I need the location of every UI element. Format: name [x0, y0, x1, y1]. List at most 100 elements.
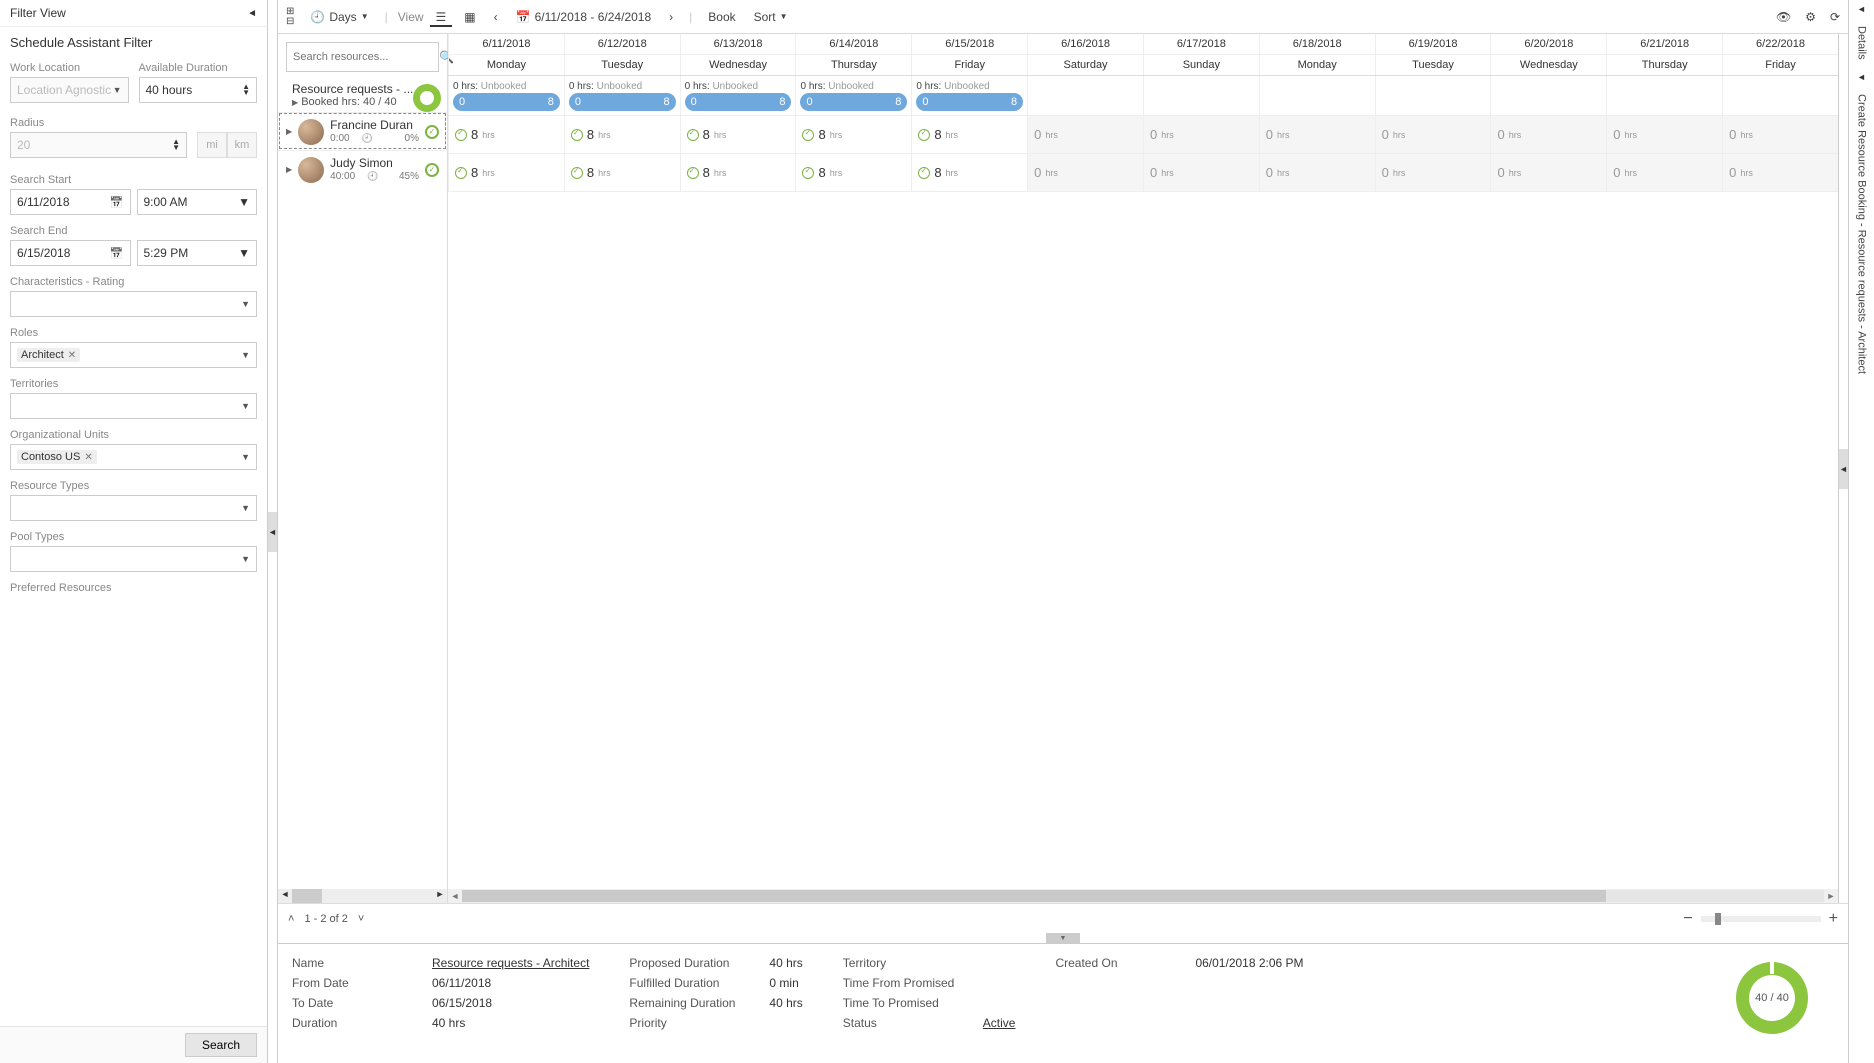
collapse-all-icon[interactable]: ⊟: [286, 17, 294, 27]
radius-unit-km[interactable]: km: [227, 132, 257, 158]
schedule-cell[interactable]: 0hrs: [1490, 116, 1606, 153]
filter-collapse-icon[interactable]: ◄: [247, 8, 257, 19]
schedule-cell[interactable]: 0hrs: [1375, 154, 1491, 191]
chevron-right-icon: ›: [669, 10, 673, 24]
zoom-slider[interactable]: [1701, 916, 1821, 922]
grid-view-button[interactable]: ▦: [458, 7, 481, 27]
remove-tag-icon[interactable]: ✕: [68, 350, 76, 361]
zoom-out-icon[interactable]: −: [1683, 910, 1692, 928]
schedule-cell[interactable]: 8hrs: [911, 116, 1027, 153]
search-start-time[interactable]: 9:00 AM ▼: [137, 189, 258, 215]
zoom-in-icon[interactable]: +: [1829, 910, 1838, 928]
right-collapse-button[interactable]: ◄: [1839, 449, 1848, 489]
cell-hours-suffix: hrs: [830, 130, 843, 140]
calendar-icon[interactable]: [110, 246, 124, 260]
schedule-cell[interactable]: 8hrs: [911, 154, 1027, 191]
rail-tab-create-booking[interactable]: Create Resource Booking - Resource reque…: [1854, 88, 1870, 380]
territories-select[interactable]: ▼: [10, 393, 257, 419]
caret-down-icon: ▼: [361, 12, 369, 21]
rail-collapse-icon[interactable]: ◄: [1857, 72, 1866, 82]
page-up-icon[interactable]: ˄: [288, 913, 294, 925]
sort-dropdown[interactable]: Sort ▼: [748, 7, 794, 27]
org-units-select[interactable]: Contoso US✕ ▼: [10, 444, 257, 470]
date-range-button[interactable]: 📅 6/11/2018 - 6/24/2018: [510, 7, 658, 27]
schedule-cell[interactable]: 8hrs: [795, 154, 911, 191]
schedule-cell[interactable]: 0hrs: [1259, 116, 1375, 153]
roles-select[interactable]: Architect✕ ▼: [10, 342, 257, 368]
resource-search-input[interactable]: [293, 51, 435, 63]
schedule-cell[interactable]: 0hrs: [1143, 154, 1259, 191]
booking-pill[interactable]: 08: [569, 93, 676, 111]
schedule-cell[interactable]: 0hrs: [1027, 154, 1143, 191]
schedule-cell[interactable]: 8hrs: [564, 154, 680, 191]
calendar-icon[interactable]: [110, 195, 124, 209]
schedule-cell[interactable]: 0hrs: [1027, 116, 1143, 153]
resize-grip[interactable]: ▼: [1046, 933, 1080, 943]
search-end-date[interactable]: 6/15/2018: [10, 240, 131, 266]
gear-icon[interactable]: ⚙: [1805, 10, 1816, 24]
schedule-cell[interactable]: 0hrs: [1606, 154, 1722, 191]
schedule-cell[interactable]: 0hrs: [1375, 116, 1491, 153]
booking-pill[interactable]: 08: [453, 93, 560, 111]
schedule-cell[interactable]: 0hrs: [1722, 116, 1838, 153]
cell-hours: 0: [1729, 127, 1736, 142]
book-button[interactable]: Book: [702, 7, 741, 27]
remove-tag-icon[interactable]: ✕: [84, 452, 92, 463]
resource-scrollbar[interactable]: ◄ ►: [278, 889, 447, 903]
schedule-cell[interactable]: 8hrs: [564, 116, 680, 153]
page-down-icon[interactable]: ˅: [358, 913, 364, 925]
schedule-cell[interactable]: 0hrs: [1490, 154, 1606, 191]
refresh-icon[interactable]: ⟳: [1830, 10, 1840, 24]
eye-icon[interactable]: 👁: [1776, 10, 1791, 24]
schedule-cell[interactable]: 0hrs: [1259, 154, 1375, 191]
scroll-left-icon[interactable]: ◄: [448, 891, 462, 901]
schedule-cell[interactable]: 0hrs: [1606, 116, 1722, 153]
expand-icon[interactable]: ▶: [286, 165, 292, 174]
resource-summary: Resource requests - ... ▶ Booked hrs: 40…: [278, 80, 447, 112]
days-dropdown[interactable]: 🕘 Days ▼: [304, 7, 374, 27]
from-date-label: From Date: [292, 976, 412, 990]
list-view-button[interactable]: ☰: [430, 7, 453, 27]
expand-icon[interactable]: ▶: [292, 98, 298, 107]
resource-row[interactable]: ▶ Judy Simon 40:0045% ✓: [278, 150, 447, 188]
cell-hours: 0: [1613, 165, 1620, 180]
schedule-cell[interactable]: 8hrs: [448, 154, 564, 191]
unbooked-cell: [1143, 76, 1259, 115]
spinner-icon[interactable]: ▲▼: [242, 84, 250, 96]
scroll-right-icon[interactable]: ►: [1824, 891, 1838, 901]
search-end-time[interactable]: 5:29 PM ▼: [137, 240, 258, 266]
schedule-cell[interactable]: 8hrs: [795, 116, 911, 153]
booking-pill[interactable]: 08: [800, 93, 907, 111]
grid-scrollbar[interactable]: ◄ ►: [448, 889, 1838, 903]
next-range-button[interactable]: ›: [663, 7, 679, 27]
rail-collapse-icon[interactable]: ◄: [1857, 4, 1866, 14]
status-link[interactable]: Active: [983, 1016, 1016, 1030]
left-collapse-button[interactable]: ◄: [268, 512, 277, 552]
day-date: 6/13/2018: [681, 34, 796, 55]
schedule-cell[interactable]: 8hrs: [680, 154, 796, 191]
booking-pill[interactable]: 08: [916, 93, 1023, 111]
booking-pill[interactable]: 08: [685, 93, 792, 111]
expand-all-icon[interactable]: ⊞: [286, 7, 294, 17]
search-button[interactable]: Search: [185, 1033, 257, 1057]
schedule-cell[interactable]: 0hrs: [1143, 116, 1259, 153]
pool-types-select[interactable]: ▼: [10, 546, 257, 572]
characteristics-select[interactable]: ▼: [10, 291, 257, 317]
work-location-select[interactable]: Location Agnostic ▼: [10, 77, 129, 103]
resource-search-box[interactable]: 🔍: [286, 42, 439, 72]
resource-types-select[interactable]: ▼: [10, 495, 257, 521]
available-duration-select[interactable]: 40 hours ▲▼: [139, 77, 258, 103]
cell-hours-suffix: hrs: [1161, 168, 1174, 178]
radius-unit-mi[interactable]: mi: [197, 132, 227, 158]
resource-row[interactable]: ▶ Francine Duran 0:000% ✓: [278, 112, 447, 150]
name-link[interactable]: Resource requests - Architect: [432, 956, 589, 970]
rail-tab-details[interactable]: Details: [1854, 20, 1870, 66]
day-date: 6/12/2018: [565, 34, 680, 55]
search-start-date[interactable]: 6/11/2018: [10, 189, 131, 215]
schedule-cell[interactable]: 0hrs: [1722, 154, 1838, 191]
schedule-cell[interactable]: 8hrs: [448, 116, 564, 153]
unbooked-cell: 0 hrs: Unbooked 08: [795, 76, 911, 115]
schedule-cell[interactable]: 8hrs: [680, 116, 796, 153]
expand-icon[interactable]: ▶: [286, 127, 292, 136]
prev-range-button[interactable]: ‹: [488, 7, 504, 27]
